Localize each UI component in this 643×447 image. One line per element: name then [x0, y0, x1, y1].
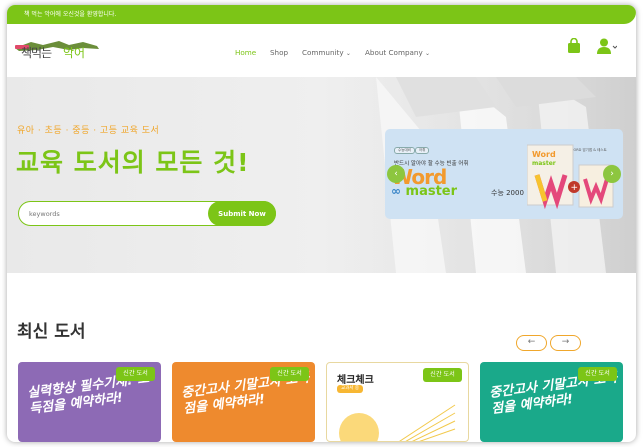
svg-text:master: master — [532, 160, 556, 167]
pager-next-button[interactable]: → — [550, 335, 581, 351]
banner-brand-master: ∞ master — [391, 184, 457, 199]
logo-text-main: 책먹는 — [21, 46, 52, 60]
banner-tag: 어휘 — [415, 147, 430, 154]
hero-title: 교육 도서의 모든 것! — [16, 148, 250, 177]
chevron-down-icon: ⌄ — [425, 50, 431, 57]
welcome-text: 책 먹는 악어에 오신것을 환영합니다. — [24, 11, 117, 18]
nav-community[interactable]: Community ⌄ — [302, 48, 351, 57]
welcome-bar: 책 먹는 악어에 오신것을 환영합니다. — [7, 5, 636, 24]
new-book-badge: 신간 도서 — [578, 367, 617, 381]
search-input[interactable] — [29, 207, 199, 221]
browser-page: 책 먹는 악어에 오신것을 환영합니다. 책먹는 악어 Home Shop Co… — [7, 5, 636, 442]
svg-text:+: + — [571, 183, 579, 193]
book-cover-subtag: 교과서 중 — [337, 385, 363, 393]
nav-about[interactable]: About Company ⌄ — [365, 48, 430, 57]
nav-community-label: Community — [302, 48, 344, 57]
promo-banner[interactable]: 수능대비 어휘 반드시 알아야 할 수능 빈출 어휘 Word ∞ master… — [385, 129, 623, 219]
banner-brand-master-text: master — [405, 184, 458, 199]
shopping-bag-icon[interactable] — [567, 37, 581, 54]
banner-tag: 수능대비 — [394, 147, 415, 154]
new-book-badge: 신간 도서 — [116, 367, 155, 381]
book-cover-text: 체크체크 — [337, 375, 374, 386]
banner-next-button[interactable]: › — [603, 165, 621, 183]
hero-section: 유아 · 초등 · 중등 · 고등 교육 도서 교육 도서의 모든 것! Sub… — [7, 77, 636, 273]
submit-button[interactable]: Submit Now — [208, 201, 276, 226]
nav-shop[interactable]: Shop — [270, 48, 288, 57]
nav-about-label: About Company — [365, 48, 423, 57]
pager-prev-button[interactable]: ← — [516, 335, 547, 351]
user-icon[interactable] — [597, 38, 618, 54]
book-card[interactable]: 실력향상 필수기재! 고득점을 예약하라! 신간 도서 — [18, 362, 161, 442]
book-card[interactable]: 중간고사 기말고사 고득점을 예약하라! 신간 도서 — [172, 362, 315, 442]
book-card[interactable]: 체크체크 교과서 중 신간 도서 — [326, 362, 469, 442]
hero-subtitle: 유아 · 초등 · 중등 · 고등 교육 도서 — [17, 126, 160, 136]
logo-text-accent: 악어 — [63, 46, 86, 60]
svg-text:Word: Word — [532, 150, 556, 159]
search-form: Submit Now — [18, 201, 276, 226]
infinity-icon: ∞ — [391, 184, 401, 198]
chevron-down-icon: ⌄ — [345, 50, 351, 57]
book-cover-art — [339, 404, 456, 441]
site-header: 책먹는 악어 Home Shop Community ⌄ About Compa… — [7, 24, 636, 77]
banner-brand-suffix: 수능 2000 — [491, 189, 524, 197]
nav-home[interactable]: Home — [235, 48, 256, 57]
section-title: 최신 도서 — [17, 322, 86, 342]
site-logo[interactable]: 책먹는 악어 — [13, 36, 103, 66]
new-book-badge: 신간 도서 — [270, 367, 309, 381]
book-card[interactable]: 중간고사 기말고사 고득점을 예약하라! 신간 도서 — [480, 362, 623, 442]
banner-prev-button[interactable]: ‹ — [387, 165, 405, 183]
new-book-badge: 신간 도서 — [423, 368, 462, 382]
